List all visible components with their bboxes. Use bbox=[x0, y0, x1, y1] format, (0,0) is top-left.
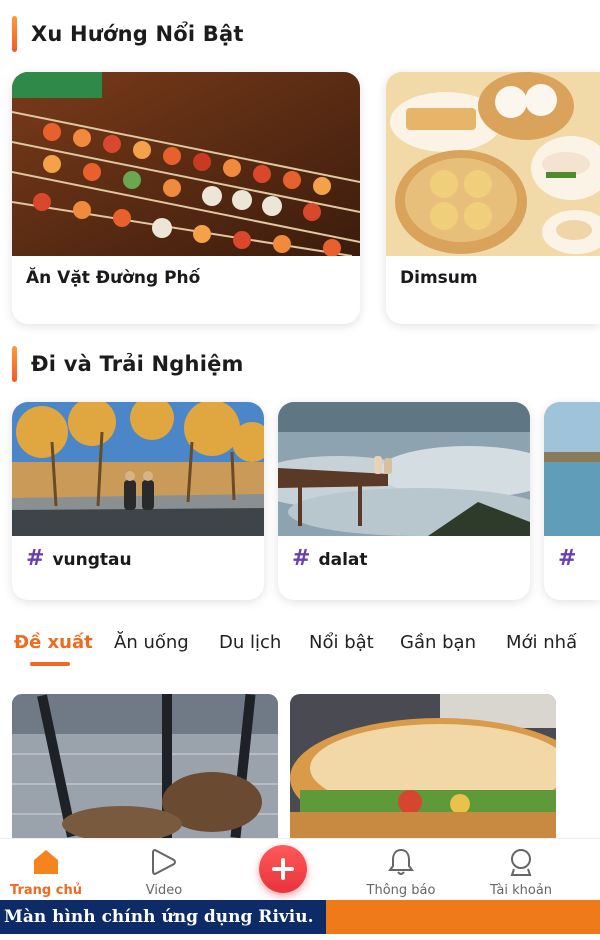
hashtag-label: # dalat bbox=[292, 546, 368, 571]
caption-bar: Màn hình chính ứng dụng Riviu. bbox=[0, 900, 600, 934]
travel-card-vungtau[interactable]: # vungtau bbox=[12, 402, 264, 600]
nav-notifications-label: Thông báo bbox=[366, 883, 436, 898]
nav-home-label: Trang chủ bbox=[10, 883, 82, 898]
caption-text: Màn hình chính ứng dụng Riviu. bbox=[0, 900, 326, 934]
tab-gan-ban[interactable]: Gần bạn bbox=[400, 632, 476, 653]
travel-card-partial[interactable]: # bbox=[544, 402, 600, 600]
autumn-road-image bbox=[12, 402, 264, 536]
section-accent-bar bbox=[12, 16, 17, 52]
nav-notifications[interactable]: Thông báo bbox=[346, 839, 456, 901]
nav-account-label: Tài khoản bbox=[489, 883, 553, 898]
tab-du-lich[interactable]: Du lịch bbox=[219, 632, 281, 653]
hashtag-icon: # bbox=[558, 546, 577, 571]
tab-de-xuat[interactable]: Đề xuất bbox=[14, 632, 93, 653]
active-tab-indicator bbox=[30, 662, 70, 666]
section-title-text: Đi và Trải Nghiệm bbox=[31, 352, 244, 376]
hashtag-icon: # bbox=[292, 546, 311, 571]
nav-video-label: Video bbox=[145, 883, 183, 898]
section-accent-bar bbox=[12, 346, 17, 382]
banh-mi-image bbox=[290, 694, 556, 838]
tab-moi-nhat[interactable]: Mới nhấ bbox=[506, 632, 577, 653]
trending-card-dimsum[interactable]: Dimsum bbox=[386, 72, 600, 324]
dimsum-image bbox=[386, 72, 600, 256]
feed-item-coffee[interactable] bbox=[12, 694, 278, 838]
trending-card-street-food[interactable]: Ăn Vặt Đường Phố bbox=[12, 72, 360, 324]
hashtag-label: # bbox=[558, 546, 584, 571]
hashtag-text: vungtau bbox=[52, 550, 132, 570]
user-icon bbox=[510, 849, 532, 876]
add-post-button[interactable] bbox=[259, 845, 307, 893]
nav-account[interactable]: Tài khoản bbox=[466, 839, 576, 901]
iced-coffee-image bbox=[12, 694, 278, 838]
tab-noi-bat[interactable]: Nổi bật bbox=[309, 632, 374, 653]
hashtag-text: dalat bbox=[318, 550, 368, 570]
hashtag-label: # vungtau bbox=[26, 546, 132, 571]
play-icon bbox=[152, 848, 176, 876]
hashtag-icon: # bbox=[26, 546, 45, 571]
home-icon bbox=[34, 850, 58, 874]
street-food-image bbox=[12, 72, 360, 256]
sea-of-clouds-image bbox=[278, 402, 530, 536]
coastline-image bbox=[544, 402, 600, 536]
travel-card-dalat[interactable]: # dalat bbox=[278, 402, 530, 600]
trending-card-label: Dimsum bbox=[400, 268, 478, 288]
section-title-trending: Xu Hướng Nổi Bật bbox=[12, 14, 244, 54]
section-title-text: Xu Hướng Nổi Bật bbox=[31, 22, 244, 46]
category-tabs: Đề xuất Ăn uống Du lịch Nổi bật Gần bạn … bbox=[0, 632, 600, 672]
tab-an-uong[interactable]: Ăn uống bbox=[114, 632, 189, 653]
nav-video[interactable]: Video bbox=[109, 839, 219, 901]
bell-icon bbox=[388, 848, 414, 875]
section-title-travel: Đi và Trải Nghiệm bbox=[12, 344, 244, 384]
trending-card-label: Ăn Vặt Đường Phố bbox=[26, 268, 201, 288]
feed-item-banh-mi[interactable] bbox=[290, 694, 556, 838]
nav-home[interactable]: Trang chủ bbox=[0, 839, 101, 901]
